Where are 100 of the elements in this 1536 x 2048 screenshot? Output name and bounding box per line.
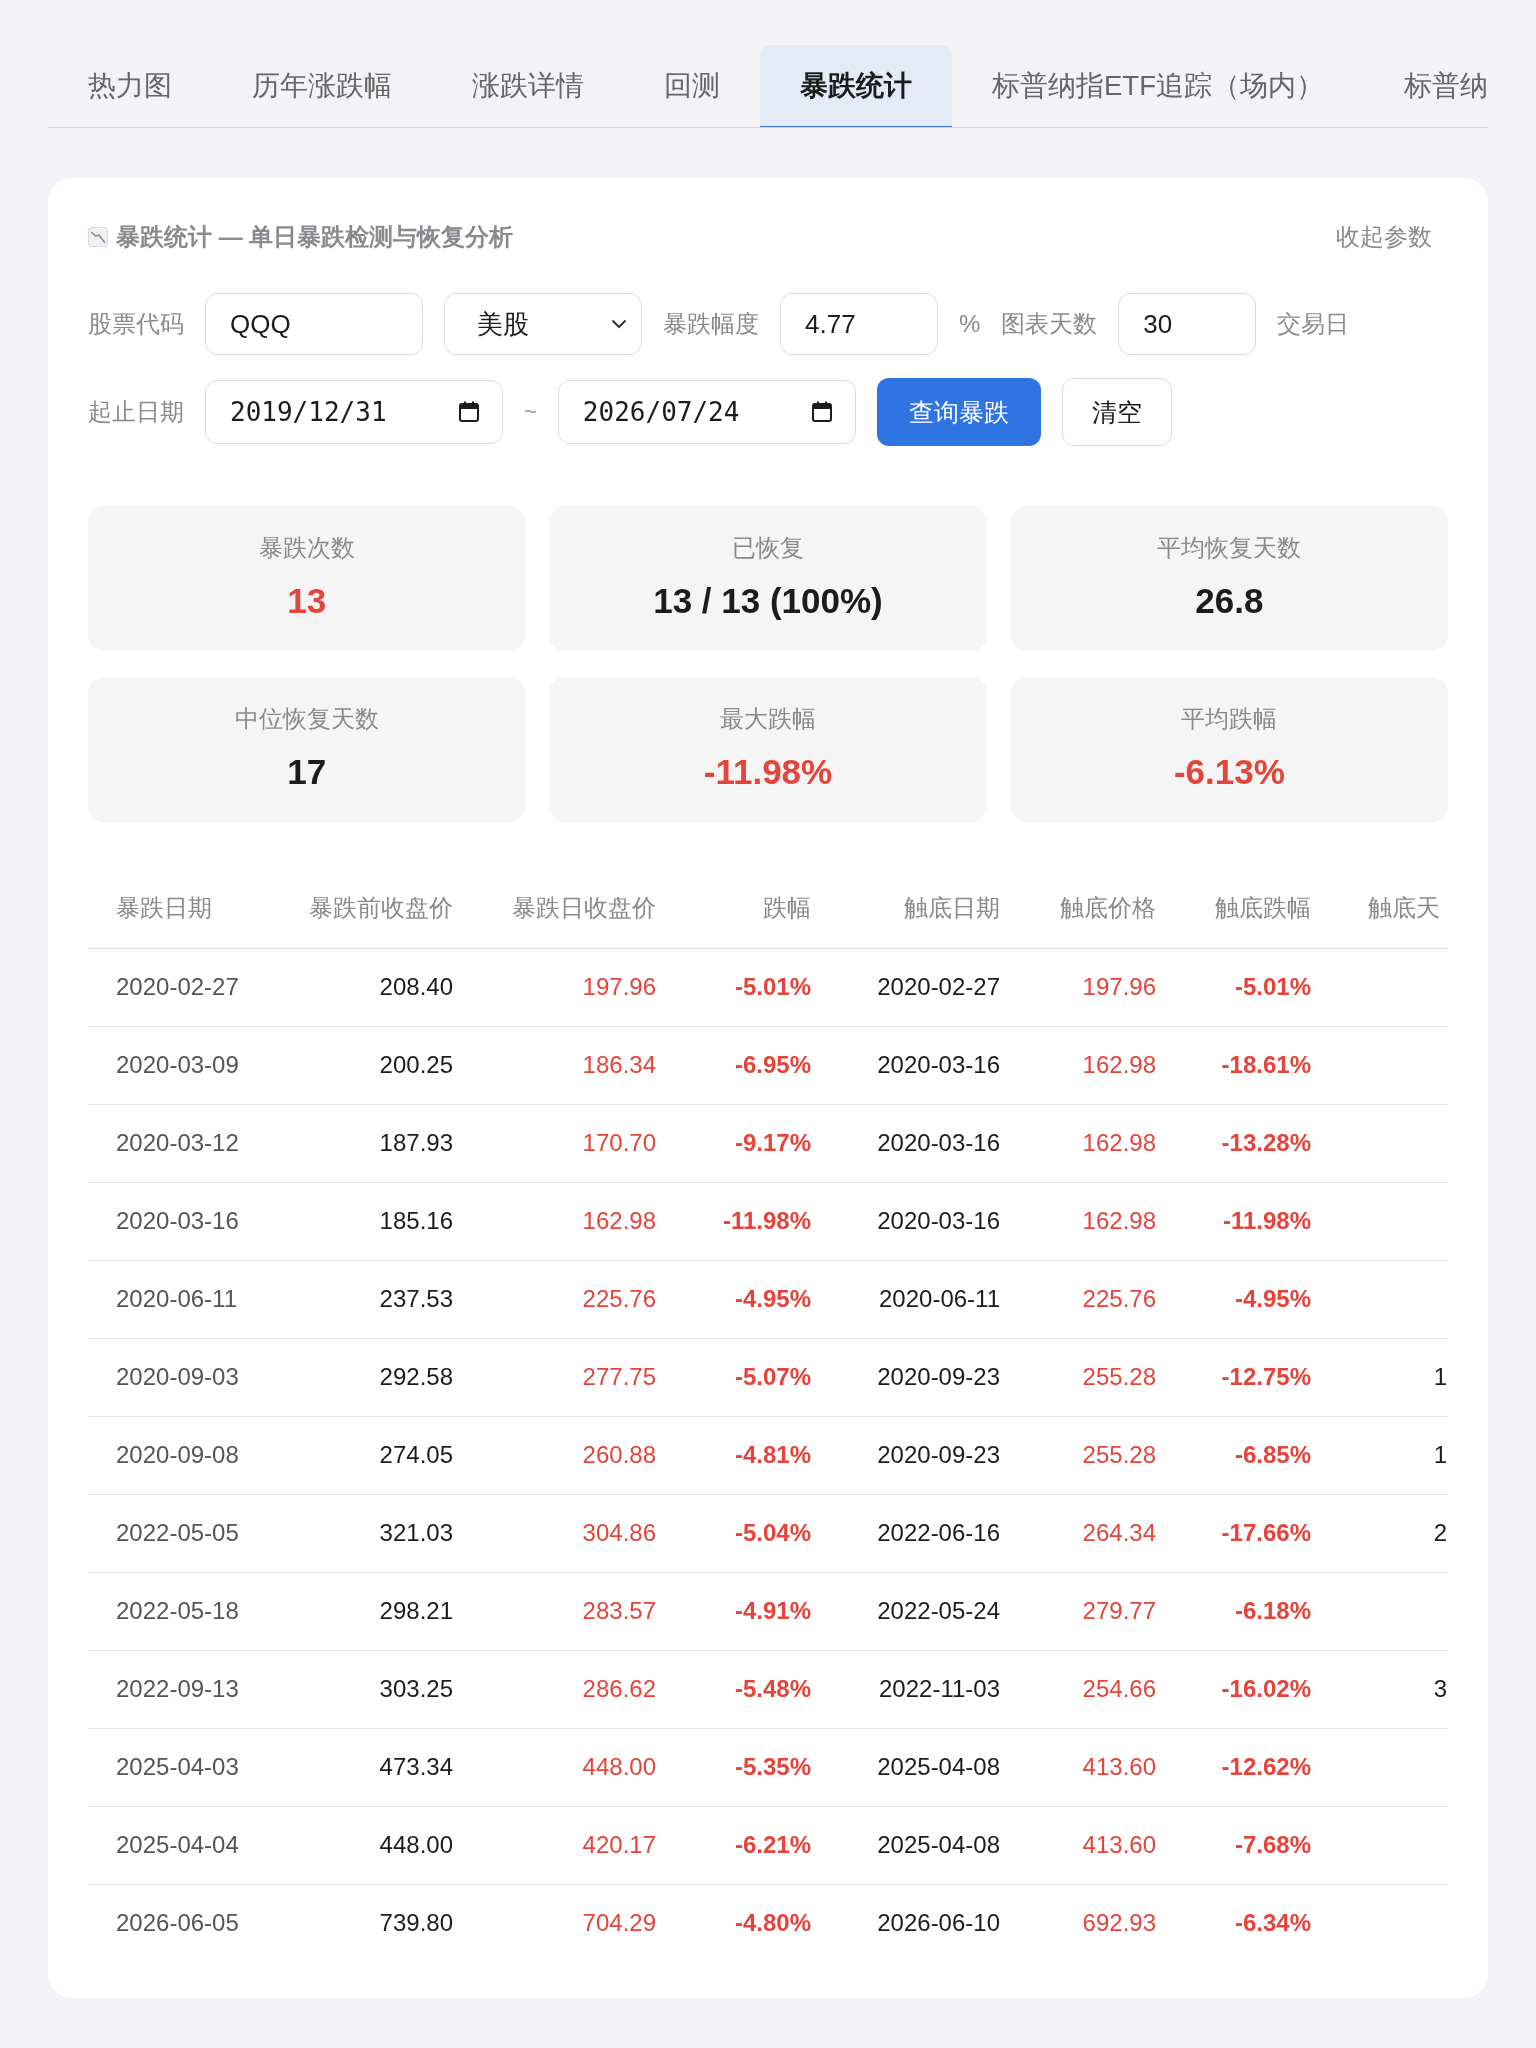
table-cell: 2020-06-11 (116, 1285, 237, 1312)
table-cell: 162.98 (582, 1207, 656, 1234)
table-cell: 292.58 (379, 1363, 453, 1390)
table-cell: 2022-05-24 (877, 1597, 1000, 1624)
table-cell: -6.21% (734, 1831, 811, 1858)
stat-value: -6.13% (1173, 751, 1285, 793)
field-label: 股票代码 (88, 309, 184, 339)
table-cell: 2020-06-11 (879, 1285, 1000, 1312)
table-cell: 260.88 (582, 1441, 656, 1468)
table-cell: 2020-02-27 (116, 973, 239, 1000)
table-cell: 162.98 (1082, 1129, 1156, 1156)
stat-label: 暴跌次数 (258, 534, 355, 562)
stat-label: 中位恢复天数 (234, 705, 379, 733)
tab[interactable]: 热力图 (48, 45, 212, 127)
table-cell: 2025-04-04 (116, 1831, 239, 1858)
table-cell: 2022-11-03 (879, 1675, 1000, 1702)
column-header: 暴跌前收盘价 (309, 894, 453, 922)
table-cell: 2022-05-18 (116, 1597, 239, 1624)
table-cell: 187.93 (379, 1129, 453, 1156)
stat-value: 13 / 13 (100%) (653, 580, 883, 622)
table-cell: -13.28% (1221, 1129, 1311, 1156)
unit-label: 交易日 (1277, 309, 1350, 339)
table-cell: 448.00 (379, 1831, 453, 1858)
tab[interactable]: 标普纳 (1363, 45, 1488, 127)
input-field[interactable]: QQQ (205, 293, 423, 355)
table-cell: 2020-03-09 (116, 1051, 239, 1078)
column-header: 暴跌日收盘价 (512, 894, 656, 922)
table-cell: -7.68% (1234, 1831, 1311, 1858)
stat-value: 26.8 (1195, 580, 1264, 622)
table-cell: -16.02% (1221, 1675, 1311, 1702)
table-cell: -5.35% (734, 1753, 811, 1780)
date-field[interactable]: 2019/12/31 (205, 380, 503, 444)
table-cell: -5.04% (734, 1519, 811, 1546)
table-cell: 2022-05-05 (116, 1519, 239, 1546)
table-cell: -5.07% (734, 1363, 811, 1390)
stat-value: -11.98% (703, 751, 833, 793)
table-cell: -5.01% (1234, 973, 1311, 1000)
table-cell: -4.95% (1234, 1285, 1311, 1312)
column-header: 触底价格 (1060, 894, 1156, 922)
search-button[interactable]: 查询暴跌 (876, 378, 1041, 446)
table-cell: 286.62 (582, 1675, 656, 1702)
stat-value: 17 (287, 751, 327, 793)
tab[interactable]: 回测 (624, 45, 760, 127)
range-separator: ~ (524, 399, 537, 425)
table-cell: -9.17% (734, 1129, 811, 1156)
table-cell: 739.80 (379, 1909, 453, 1937)
table-cell: -5.48% (734, 1675, 811, 1702)
table-cell: 2020-02-27 (877, 973, 1000, 1000)
table-cell: 413.60 (1082, 1753, 1156, 1780)
chevron-down-icon (611, 319, 627, 329)
input-field[interactable]: 4.77 (780, 293, 938, 355)
table-cell: 2020-03-16 (877, 1129, 1000, 1156)
clear-button[interactable]: 清空 (1061, 378, 1172, 446)
table-cell: 186.34 (582, 1051, 656, 1078)
table-cell: 2020-03-12 (116, 1129, 239, 1156)
table-cell: -6.95% (734, 1051, 811, 1078)
table-cell: -6.34% (1234, 1909, 1311, 1937)
table-cell: -11.98% (1222, 1207, 1311, 1234)
date-field[interactable]: 2026/07/24 (557, 380, 856, 444)
stat-label: 平均跌幅 (1181, 705, 1278, 733)
table-cell: 283.57 (582, 1597, 656, 1624)
table-cell: 2022-09-13 (116, 1675, 239, 1702)
table-cell: 264.34 (1082, 1519, 1156, 1546)
table-cell: 170.70 (582, 1129, 656, 1156)
unit-label: % (959, 310, 981, 338)
table-cell: -6.85% (1234, 1441, 1311, 1468)
table-cell: -12.62% (1221, 1753, 1311, 1780)
table-cell: 237.53 (379, 1285, 453, 1312)
field-label: 图表天数 (1001, 309, 1098, 339)
input-field[interactable]: 30 (1118, 293, 1257, 355)
table-cell: 225.76 (582, 1285, 656, 1312)
tab[interactable]: 暴跌统计 (760, 45, 952, 127)
table-cell: 692.93 (1082, 1909, 1156, 1937)
table-cell: -11.98% (722, 1207, 811, 1234)
table-cell: 2020-03-16 (877, 1051, 1000, 1078)
table-cell: 2026-06-05 (116, 1909, 239, 1937)
column-header: 暴跌日期 (116, 894, 212, 922)
stat-label: 最大跌幅 (720, 705, 816, 733)
table-cell: 2020-09-08 (116, 1441, 239, 1468)
table-cell: 254.66 (1082, 1675, 1156, 1702)
collapse-link[interactable]: 收起参数 (1336, 221, 1432, 253)
column-header: 跌幅 (763, 894, 811, 922)
tab[interactable]: 标普纳指ETF追踪（场内） (952, 45, 1364, 127)
table-cell: 255.28 (1082, 1441, 1156, 1468)
table-cell: 2020-09-23 (877, 1441, 1000, 1468)
table-cell: 448.00 (582, 1753, 656, 1780)
table-cell: 274.05 (379, 1441, 453, 1468)
calendar-icon[interactable] (458, 401, 480, 423)
panel-title: 暴跌统计 — 单日暴跌检测与恢复分析 (116, 222, 514, 252)
table-cell: 200.25 (379, 1051, 453, 1078)
table-cell: 303.25 (379, 1675, 453, 1702)
select-dropdown[interactable]: 美股 (444, 293, 642, 355)
table-cell: 2025-04-08 (877, 1753, 1000, 1780)
table-cell: 413.60 (1082, 1831, 1156, 1858)
calendar-icon[interactable] (810, 401, 833, 423)
tab[interactable]: 历年涨跌幅 (212, 45, 432, 127)
table-cell: 162.98 (1082, 1051, 1156, 1078)
tab[interactable]: 涨跌详情 (432, 45, 624, 127)
table-cell: 298.21 (379, 1597, 453, 1624)
table-cell: 420.17 (582, 1831, 656, 1858)
